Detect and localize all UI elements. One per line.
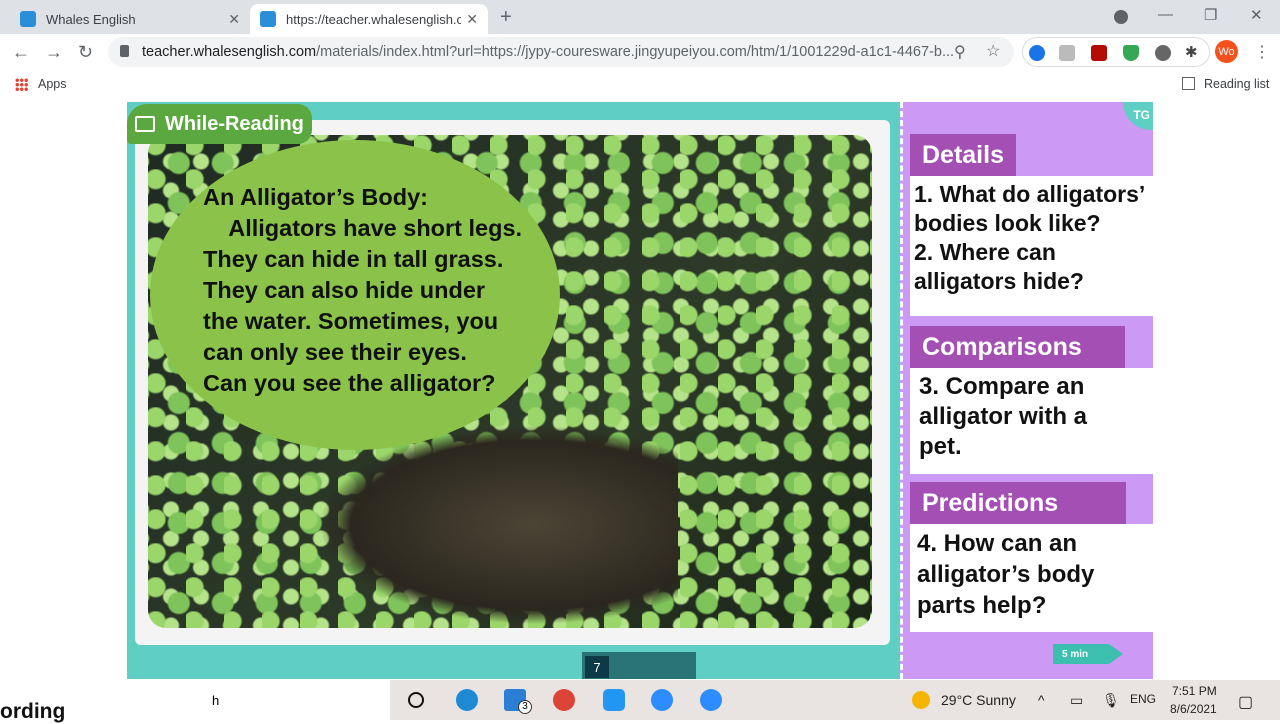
chrome-icon[interactable]	[553, 689, 575, 711]
while-reading-badge: While-Reading	[127, 104, 312, 144]
tab-active[interactable]: https://teacher.whalesenglish.com✕	[250, 4, 488, 34]
lock-icon	[120, 45, 129, 57]
apps-grid-icon	[15, 78, 28, 91]
tab-whales-english[interactable]: Whales English ✕	[10, 4, 250, 34]
section-text-comparisons: 3. Compare an alligator with a pet.	[910, 368, 1153, 474]
new-tab-icon[interactable]: +	[500, 6, 512, 29]
page-indicator: 7	[582, 652, 696, 679]
whale-favicon-icon	[260, 11, 276, 27]
book-icon	[135, 116, 155, 132]
zoom-app-icon[interactable]	[651, 689, 673, 711]
extension-icon[interactable]	[1059, 45, 1075, 61]
alligator-image	[318, 425, 678, 625]
zoom-app-icon[interactable]	[700, 689, 722, 711]
section-text-predictions: 4. How can an alligator’s body parts hel…	[910, 524, 1153, 632]
language-indicator[interactable]: ENG	[1130, 692, 1156, 706]
courseware-slide: An Alligator’s Body: Alligators have sho…	[127, 102, 1153, 679]
weather-text[interactable]: 29°C Sunny	[941, 692, 1016, 708]
section-title-details: Details	[910, 134, 1016, 176]
background-window-text: ording	[0, 700, 66, 723]
cortana-icon[interactable]	[408, 692, 424, 708]
clock-time[interactable]: 7:51 PM	[1172, 684, 1217, 698]
close-window-icon[interactable]: ✕	[1250, 6, 1263, 24]
timer-arrow: 5 min	[1053, 644, 1123, 664]
address-bar[interactable]: teacher.whalesenglish.com/materials/inde…	[108, 37, 1014, 67]
tab-bar: Whales English ✕ https://teacher.whalesen…	[0, 0, 1280, 34]
tg-badge[interactable]: TG	[1123, 102, 1153, 130]
pdf-extension-icon[interactable]	[1091, 45, 1107, 61]
zoom-icon[interactable]: ⚲	[954, 42, 966, 62]
section-title-predictions: Predictions	[910, 482, 1126, 524]
clock-date[interactable]: 8/6/2021	[1170, 702, 1217, 716]
teacher-guide-panel: TG Details 1. What do alligators’ bodies…	[900, 102, 1153, 679]
whale-favicon-icon	[20, 11, 36, 27]
back-icon[interactable]: ←	[12, 42, 30, 63]
bookmarks-bar: Apps Reading list	[0, 70, 1280, 100]
edge-icon[interactable]	[456, 689, 478, 711]
shield-extension-icon[interactable]	[1123, 45, 1139, 61]
mail-badge: 3	[518, 700, 532, 714]
notifications-icon[interactable]: ▢	[1238, 692, 1253, 712]
battery-icon[interactable]: ▭	[1070, 692, 1083, 709]
browser-toolbar: ← → ↻ teacher.whalesenglish.com/material…	[0, 34, 1280, 70]
tray-chevron-icon[interactable]: ^	[1038, 692, 1045, 708]
section-title-comparisons: Comparisons	[910, 326, 1125, 368]
reading-list-icon	[1182, 77, 1195, 90]
extension-icon[interactable]	[1155, 45, 1171, 61]
close-tab-icon[interactable]: ✕	[228, 11, 240, 28]
reload-icon[interactable]: ↻	[78, 42, 93, 63]
whales-app-icon[interactable]	[603, 689, 625, 711]
windows-taskbar: h 3 29°C Sunny ^ ▭ 🎙 ENG 7:51 PM 8/6/202…	[212, 680, 1280, 720]
menu-icon[interactable]: ⋮	[1254, 42, 1270, 62]
extensions-area: ✱	[1022, 37, 1210, 67]
extension-icon[interactable]	[1029, 45, 1045, 61]
page-number[interactable]: 7	[585, 656, 609, 678]
bookmark-star-icon[interactable]: ☆	[986, 41, 1000, 61]
avatar[interactable]: Wo	[1215, 40, 1238, 63]
profile-menu-icon[interactable]	[1114, 10, 1128, 24]
close-tab-icon[interactable]: ✕	[466, 11, 478, 28]
puzzle-icon[interactable]: ✱	[1185, 43, 1201, 61]
passage-text: An Alligator’s Body: Alligators have sho…	[203, 184, 523, 396]
bookmark-apps[interactable]: Apps	[38, 77, 67, 91]
restore-icon[interactable]: ❐	[1204, 6, 1217, 24]
reading-list-button[interactable]: Reading list	[1204, 77, 1269, 91]
weather-sun-icon	[912, 691, 930, 709]
taskbar-search[interactable]: h	[212, 680, 390, 720]
forward-icon[interactable]: →	[45, 42, 63, 63]
section-text-details: 1. What do alligators’ bodies look like?…	[910, 176, 1153, 316]
minimize-icon[interactable]: —	[1158, 6, 1173, 23]
microphone-icon[interactable]: 🎙	[1102, 692, 1120, 709]
